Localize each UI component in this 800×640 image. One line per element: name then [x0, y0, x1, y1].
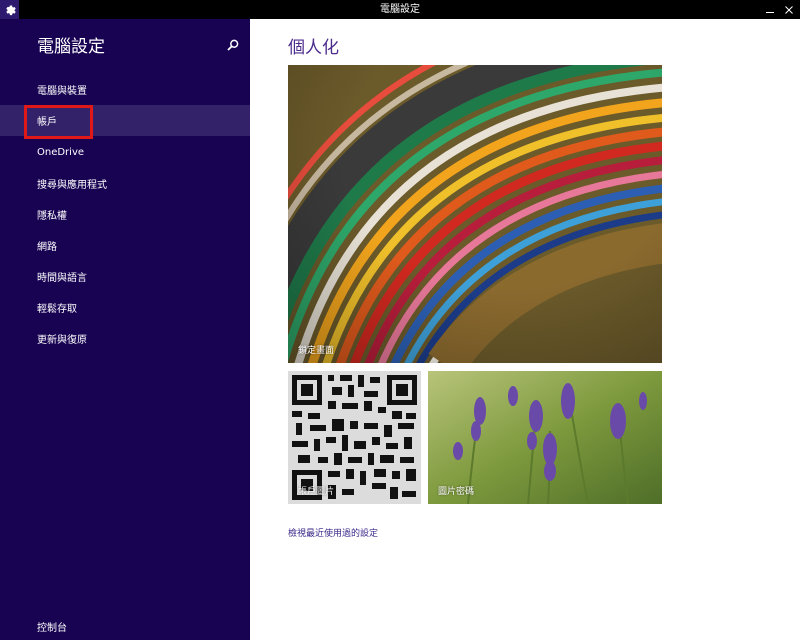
- sidebar-item-label: 搜尋與應用程式: [37, 180, 107, 191]
- picture-password-label: 圖片密碼: [438, 487, 475, 497]
- picture-password-tile[interactable]: 圖片密碼: [428, 371, 662, 504]
- sidebar-item-time-and-language[interactable]: 時間與語言: [0, 261, 250, 292]
- sidebar-title: 電腦設定: [37, 37, 105, 57]
- close-icon: [785, 5, 793, 14]
- sidebar: 電腦設定 電腦與裝置 帳戶 OneDrive 搜尋與應用程式 隱私權 網路 時間…: [0, 19, 250, 640]
- sidebar-item-ease-of-access[interactable]: 輕鬆存取: [0, 292, 250, 323]
- close-button[interactable]: [776, 0, 800, 19]
- lock-screen-label: 鎖定畫面: [298, 346, 335, 356]
- sidebar-item-label: OneDrive: [37, 147, 85, 158]
- sidebar-item-onedrive[interactable]: OneDrive: [0, 137, 250, 168]
- title-bar: 電腦設定: [0, 0, 800, 19]
- minimize-icon: [766, 11, 774, 13]
- window-title: 電腦設定: [380, 4, 420, 15]
- sidebar-item-label: 更新與復原: [37, 335, 87, 346]
- page-title: 個人化: [288, 38, 339, 58]
- sidebar-item-label: 電腦與裝置: [37, 86, 87, 97]
- search-button[interactable]: [222, 34, 244, 56]
- account-picture-tile[interactable]: 帳戶圖片: [288, 371, 421, 504]
- sidebar-item-search-and-apps[interactable]: 搜尋與應用程式: [0, 168, 250, 199]
- account-picture-label: 帳戶圖片: [298, 487, 335, 497]
- sidebar-item-privacy[interactable]: 隱私權: [0, 199, 250, 230]
- sidebar-item-label: 帳戶: [37, 117, 57, 128]
- lock-screen-image: [288, 65, 662, 363]
- sidebar-item-network[interactable]: 網路: [0, 230, 250, 261]
- sidebar-item-label: 隱私權: [37, 211, 67, 222]
- lock-screen-tile[interactable]: 鎖定畫面: [288, 65, 662, 363]
- search-icon: [227, 39, 239, 51]
- sidebar-item-pc-and-devices[interactable]: 電腦與裝置: [0, 74, 250, 105]
- control-panel-link[interactable]: 控制台: [37, 619, 67, 634]
- sidebar-item-accounts[interactable]: 帳戶: [0, 105, 250, 136]
- sidebar-item-label: 輕鬆存取: [37, 304, 77, 315]
- sidebar-item-label: 時間與語言: [37, 273, 87, 284]
- recent-settings-link[interactable]: 檢視最近使用過的設定: [288, 526, 378, 539]
- sidebar-item-update-and-recovery[interactable]: 更新與復原: [0, 323, 250, 354]
- sidebar-item-label: 網路: [37, 242, 57, 253]
